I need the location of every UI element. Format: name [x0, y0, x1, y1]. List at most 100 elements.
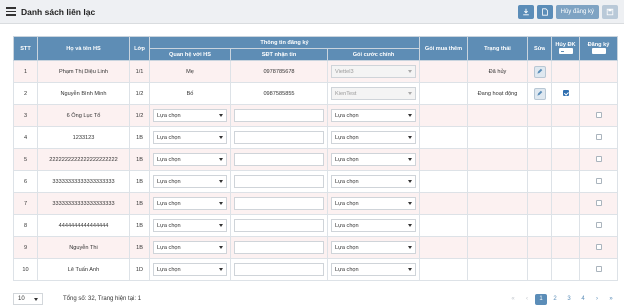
- package-select-value: Lựa chọn: [335, 244, 359, 251]
- phone-input[interactable]: [234, 131, 324, 144]
- cell-extra: [419, 126, 468, 149]
- cell-name: 1233123: [37, 126, 130, 149]
- pagination: « ‹ 1 2 3 4 › »: [507, 293, 617, 305]
- package-select[interactable]: Lựa chọn: [331, 131, 416, 144]
- cell-class: 1B: [129, 192, 150, 215]
- prev-page-button[interactable]: ‹: [521, 294, 533, 305]
- cell-name: Phạm Thị Diệu Linh: [37, 60, 130, 83]
- package-select[interactable]: Lựa chọn: [331, 153, 416, 166]
- package-select[interactable]: Lựa chọn: [331, 263, 416, 276]
- relation-select-value: Lựa chọn: [157, 244, 181, 251]
- relation-select-value: Lựa chọn: [157, 178, 181, 185]
- cell-edit: [527, 104, 552, 127]
- first-page-button[interactable]: «: [507, 294, 519, 305]
- cell-status: Đang hoạt động: [467, 82, 528, 105]
- cell-class: 1B: [129, 126, 150, 149]
- register-checkbox[interactable]: [595, 134, 602, 141]
- phone-input[interactable]: [234, 175, 324, 188]
- next-page-button[interactable]: ›: [591, 294, 603, 305]
- page-1-button[interactable]: 1: [535, 293, 547, 305]
- cell-name: Nguyễn Thi: [37, 236, 130, 259]
- register-checkbox[interactable]: [595, 266, 602, 273]
- cell-relation: Lựa chọn: [149, 214, 231, 237]
- relation-select[interactable]: Lựa chọn: [153, 175, 227, 188]
- page-size-select[interactable]: 10: [13, 293, 43, 305]
- package-select[interactable]: Viettel3: [331, 65, 416, 78]
- chevron-down-icon: [219, 224, 223, 227]
- phone-input[interactable]: [234, 219, 324, 232]
- cancel-registration-button[interactable]: Hủy đăng ký: [555, 4, 599, 19]
- relation-select-value: Lựa chọn: [157, 222, 181, 229]
- cell-edit: [527, 82, 552, 105]
- cell-class: 1/2: [129, 104, 150, 127]
- package-select[interactable]: Lựa chọn: [331, 109, 416, 122]
- package-select[interactable]: Lựa chọn: [331, 175, 416, 188]
- cell-phone: [230, 126, 328, 149]
- cell-edit: [527, 126, 552, 149]
- cell-register: [579, 170, 618, 193]
- cell-relation: Lựa chọn: [149, 170, 231, 193]
- edit-button[interactable]: [533, 87, 546, 100]
- cell-cancel: [551, 126, 580, 149]
- phone-input[interactable]: [234, 263, 324, 276]
- chevron-down-icon: [34, 297, 38, 301]
- col-extra: Gói mua thêm: [419, 36, 468, 61]
- page-3-button[interactable]: 3: [563, 294, 575, 305]
- relation-select[interactable]: Lựa chọn: [153, 153, 227, 166]
- phone-input[interactable]: [234, 109, 324, 122]
- cell-extra: [419, 170, 468, 193]
- cell-cancel: [551, 82, 580, 105]
- page-4-button[interactable]: 4: [577, 294, 589, 305]
- table-footer: 10 Tổng số: 32, Trang hiện tại: 1 « ‹ 1 …: [13, 292, 617, 306]
- cell-extra: [419, 60, 468, 83]
- relation-select[interactable]: Lựa chọn: [153, 197, 227, 210]
- relation-select-value: Lựa chọn: [157, 156, 181, 163]
- phone-input[interactable]: [234, 241, 324, 254]
- relation-select[interactable]: Lựa chọn: [153, 241, 227, 254]
- chevron-down-icon: [408, 136, 412, 139]
- package-select[interactable]: KienTest: [331, 87, 416, 100]
- page-2-button[interactable]: 2: [549, 294, 561, 305]
- register-all-checkbox[interactable]: [591, 48, 606, 55]
- cancel-all-checkbox[interactable]: [558, 48, 573, 55]
- table-row: 4 1233123 1B Lựa chọn Lựa chọn: [13, 126, 618, 149]
- package-select[interactable]: Lựa chọn: [331, 197, 416, 210]
- package-select[interactable]: Lựa chọn: [331, 241, 416, 254]
- cell-register: [579, 126, 618, 149]
- cell-register: [579, 214, 618, 237]
- relation-select[interactable]: Lựa chọn: [153, 109, 227, 122]
- relation-select[interactable]: Lựa chọn: [153, 263, 227, 276]
- save-button[interactable]: [602, 4, 618, 19]
- cell-status: [467, 258, 528, 281]
- register-checkbox[interactable]: [595, 156, 602, 163]
- download-button[interactable]: [517, 4, 534, 19]
- register-checkbox[interactable]: [595, 200, 602, 207]
- chevron-down-icon: [408, 246, 412, 249]
- import-button[interactable]: [536, 4, 553, 19]
- phone-input[interactable]: [234, 197, 324, 210]
- col-name: Họ và tên HS: [37, 36, 130, 61]
- edit-button[interactable]: [533, 65, 546, 78]
- relation-select[interactable]: Lựa chọn: [153, 131, 227, 144]
- cell-relation: Lựa chọn: [149, 148, 231, 171]
- file-icon: [541, 7, 548, 16]
- chevron-down-icon: [219, 180, 223, 183]
- chevron-down-icon: [408, 70, 412, 73]
- register-checkbox[interactable]: [595, 112, 602, 119]
- contact-list-page: Danh sách liên lạc Hủy đăng ký STT Họ và…: [0, 0, 624, 308]
- cell-cancel: [551, 258, 580, 281]
- last-page-button[interactable]: »: [605, 294, 617, 305]
- cell-name: 6 Ông Lục Tổ: [37, 104, 130, 127]
- package-select-value: Lựa chọn: [335, 178, 359, 185]
- relation-select[interactable]: Lựa chọn: [153, 219, 227, 232]
- register-checkbox[interactable]: [595, 178, 602, 185]
- col-status: Trạng thái: [467, 36, 528, 61]
- cell-register: [579, 60, 618, 83]
- phone-input[interactable]: [234, 153, 324, 166]
- save-icon: [606, 8, 614, 15]
- cancel-checkbox[interactable]: [562, 90, 569, 97]
- package-select[interactable]: Lựa chọn: [331, 219, 416, 232]
- register-checkbox[interactable]: [595, 222, 602, 229]
- register-checkbox[interactable]: [595, 244, 602, 251]
- cell-stt: 9: [13, 236, 38, 259]
